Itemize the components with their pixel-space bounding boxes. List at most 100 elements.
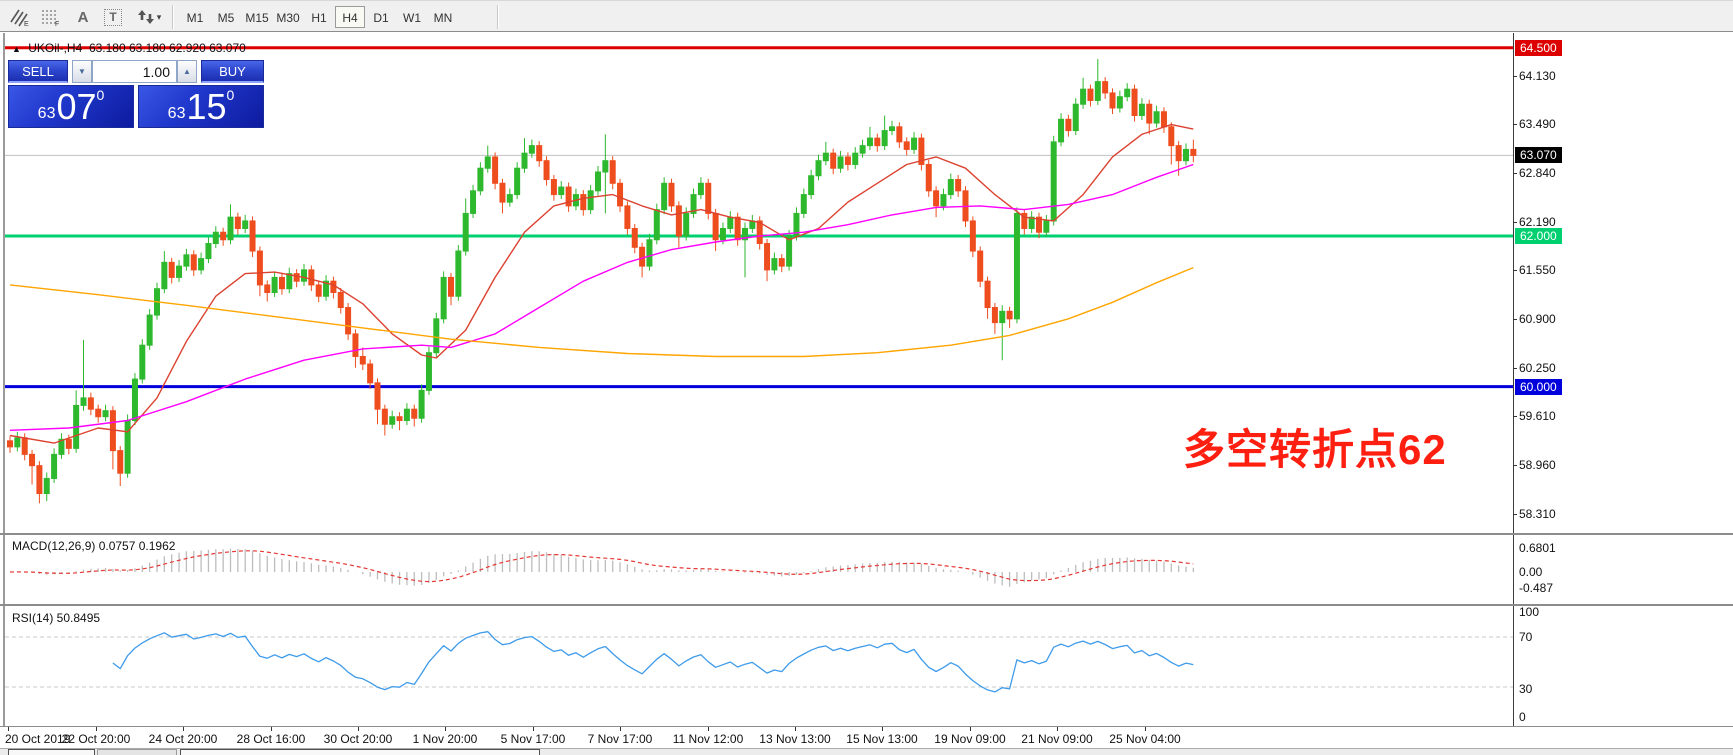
time-axis-mark [620,727,621,731]
timeframe-button-D1[interactable]: D1 [366,6,396,28]
dropdown-caret-icon[interactable]: ▾ [157,12,162,23]
sell-price-big: 07 [56,90,96,124]
chart-annotation-text[interactable]: 多空转折点62 [1183,416,1447,477]
macd-label: MACD(12,26,9) 0.0757 0.1962 [12,539,175,553]
collapse-icon[interactable]: ▲ [12,44,21,54]
chart-tab-bar [0,748,1733,755]
volume-input[interactable] [92,60,177,83]
text-frame-icon[interactable]: T [100,5,126,29]
draw-lines-icon[interactable]: E [6,5,32,29]
symbol-name: UKOil-,H4 [28,41,82,55]
price-axis-mark [1513,222,1517,223]
panel-splitter[interactable] [0,604,1733,606]
timeframe-button-MN[interactable]: MN [428,6,458,28]
time-axis-label: 5 Nov 17:00 [501,732,566,746]
time-axis-label: 24 Oct 20:00 [149,732,218,746]
rsi-axis-tick: 30 [1519,682,1532,696]
timeframe-button-M1[interactable]: M1 [180,6,210,28]
time-axis-mark [1057,727,1058,731]
time-axis-label: 1 Nov 20:00 [413,732,478,746]
text-icon[interactable]: A [70,5,96,29]
price-axis-mark [1513,465,1517,466]
chart-toolbar: E F A T ▾ M1M5M15M30H1H4D1W1MN [0,0,1733,32]
ohlc-low: 62.920 [169,41,206,55]
volume-increase-button[interactable]: ▲ [177,60,197,83]
time-axis-mark [1145,727,1146,731]
price-axis-mark [1513,368,1517,369]
price-axis-tick: 62.190 [1519,215,1556,229]
ohlc-open: 63.180 [89,41,126,55]
price-axis-mark [1513,319,1517,320]
macd-histogram [10,549,1193,587]
time-axis-mark [183,727,184,731]
time-axis-mark [445,727,446,731]
sell-button[interactable]: SELL [8,60,68,83]
time-axis-label: 15 Nov 13:00 [846,732,917,746]
macd-panel-canvas[interactable] [5,536,1513,604]
timeframe-button-M5[interactable]: M5 [211,6,241,28]
price-axis-mark [1513,124,1517,125]
time-axis-mark [533,727,534,731]
time-axis-label: 20 Oct 2019 [5,732,70,746]
toolbar-separator [497,5,499,29]
time-axis-mark [96,727,97,731]
rsi-panel-canvas[interactable] [5,607,1513,726]
timeframe-button-H1[interactable]: H1 [304,6,334,28]
price-axis-tick: 59.610 [1519,409,1556,423]
time-axis-label: 25 Nov 04:00 [1109,732,1180,746]
sell-price-pip: 0 [97,88,105,102]
time-axis[interactable]: 20 Oct 201922 Oct 20:00 24 Oct 20:00 28 Oc… [0,727,1733,747]
price-axis-mark [1513,270,1517,271]
time-axis-label: 13 Nov 13:00 [759,732,830,746]
price-axis-mark [1513,416,1517,417]
buy-price-big: 15 [186,90,226,124]
macd-axis-tick: 0.6801 [1519,541,1556,555]
time-axis-label: 22 Oct 20:00 [62,732,131,746]
timeframe-button-M15[interactable]: M15 [242,6,272,28]
ohlc-close: 63.070 [209,41,246,55]
time-axis-label: 30 Oct 20:00 [324,732,393,746]
sell-price-small: 63 [38,104,56,124]
price-axis-tick: 63.490 [1519,117,1556,131]
rsi-label: RSI(14) 50.8495 [12,611,100,625]
volume-decrease-button[interactable]: ▼ [72,60,92,83]
time-axis-label: 7 Nov 17:00 [588,732,653,746]
time-axis-mark [970,727,971,731]
price-axis-tick: 62.840 [1519,166,1556,180]
svg-text:E: E [24,21,29,27]
time-axis-label: 28 Oct 16:00 [237,732,306,746]
rsi-axis-tick: 0 [1519,710,1526,724]
symbol-header: ▲ UKOil-,H4 63.180 63.180 62.920 63.070 [12,41,246,55]
time-axis-label: 19 Nov 09:00 [934,732,1005,746]
chart-tab-stub[interactable] [97,749,177,755]
buy-button[interactable]: BUY [201,60,264,83]
macd-signal-line [10,551,1193,582]
price-axis-mark [1513,514,1517,515]
sell-price-panel[interactable]: 63 07 0 [8,85,134,128]
toolbar-separator [172,5,174,29]
time-axis-mark [271,727,272,731]
chart-tab-stub[interactable] [8,749,95,755]
price-axis-border [1513,33,1514,747]
ohlc-high: 63.180 [129,41,166,55]
rsi-axis-tick: 100 [1519,605,1539,619]
price-axis-tick: 58.960 [1519,458,1556,472]
price-badge-64.500: 64.500 [1515,40,1562,56]
panel-splitter[interactable] [0,533,1733,535]
buy-price-panel[interactable]: 63 15 0 [138,85,264,128]
time-axis-mark [795,727,796,731]
macd-axis-tick: 0.00 [1519,565,1542,579]
timeframe-button-M30[interactable]: M30 [273,6,303,28]
arrows-style-icon[interactable]: ▾ [132,5,166,29]
price-axis-mark [1513,173,1517,174]
rsi-axis-tick: 70 [1519,630,1532,644]
price-axis-tick: 58.310 [1519,507,1556,521]
price-axis-tick: 61.550 [1519,263,1556,277]
chart-tab-stub[interactable] [180,749,540,755]
rsi-line [113,632,1193,692]
fibonacci-icon[interactable]: F [38,5,64,29]
time-axis-mark [882,727,883,731]
price-axis-tick: 60.250 [1519,361,1556,375]
timeframe-button-H4[interactable]: H4 [335,6,365,28]
timeframe-button-W1[interactable]: W1 [397,6,427,28]
